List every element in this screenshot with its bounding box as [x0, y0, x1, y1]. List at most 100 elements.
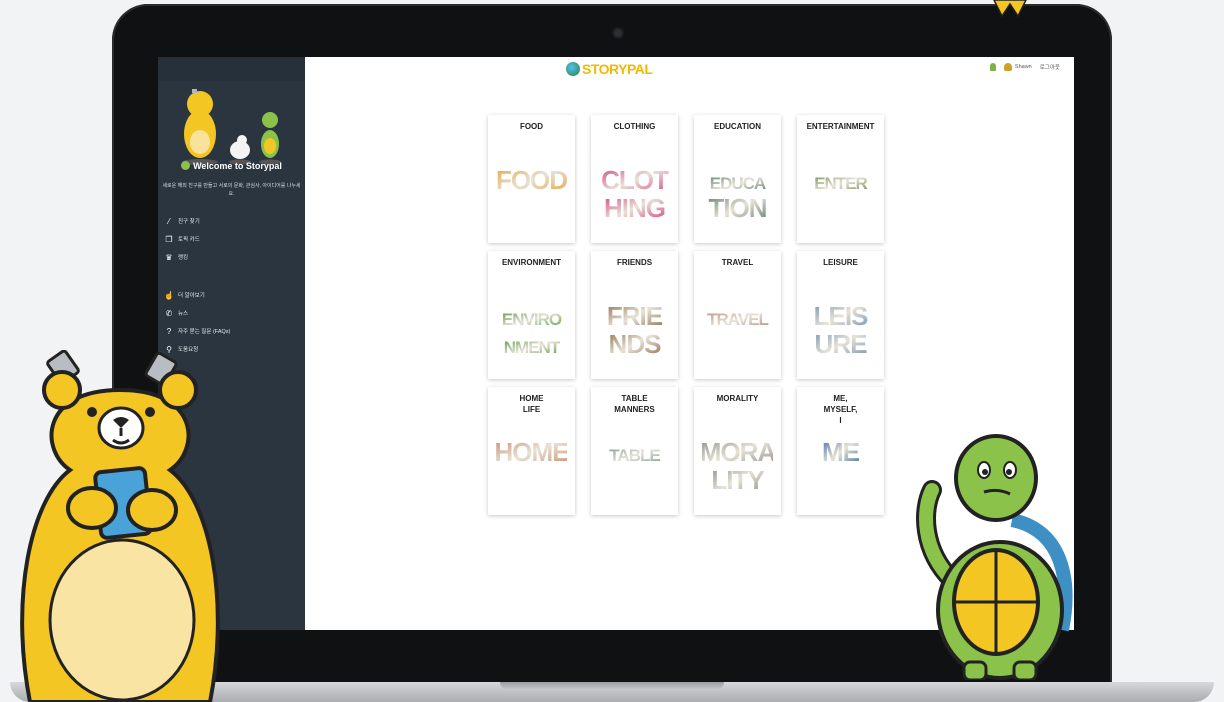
svg-text:HOME: HOME [496, 437, 567, 467]
svg-text:NMENT: NMENT [504, 338, 561, 357]
topic-card[interactable]: TABLE MANNERS TABLE [591, 387, 678, 515]
topic-card[interactable]: CLOTHING CLOT HING [591, 115, 678, 243]
topic-photo-collage: TABLE [609, 446, 661, 465]
user-avatar-icon [1003, 63, 1012, 71]
topic-photo-collage: ENTER [814, 174, 868, 193]
topic-card-title: ME, MYSELF, I [823, 394, 858, 425]
topic-photo-collage: FRIENDS [607, 301, 664, 359]
logout-link[interactable]: 로그아웃 [1040, 63, 1060, 71]
topic-card-title: FOOD [519, 122, 544, 131]
globe-icon [181, 161, 191, 170]
topic-card-image: ME [805, 433, 876, 495]
topic-card-image: TABLE [599, 433, 670, 495]
topic-card-image: LEIS URE [805, 297, 876, 359]
topic-card-image: ENTER [805, 161, 876, 223]
topic-card-title: FRIENDS [616, 258, 653, 267]
magic-wand-icon: ⁄ [168, 216, 170, 226]
topic-card-title: TABLE MANNERS [614, 394, 655, 414]
topic-card[interactable]: ENVIRONMENT ENVIRO NMENT [488, 251, 575, 379]
topic-card[interactable]: ENTERTAINMENT ENTER [797, 115, 884, 243]
svg-text:FOOD: FOOD [496, 165, 567, 195]
trophy-icon: ♛ [165, 252, 173, 262]
topic-card-title: ENTERTAINMENT [806, 122, 875, 131]
topic-photo-collage: LEISURE [814, 301, 869, 359]
sidebar-item-ranking[interactable]: ♛ 랭킹 [163, 248, 303, 266]
topic-card-title: HOME LIFE [519, 394, 544, 414]
header-user-area: Shawn 로그아웃 [989, 63, 1060, 71]
menu-spacer [163, 266, 303, 286]
user-name: Shawn [1014, 64, 1032, 70]
topic-photo-collage: ME [822, 437, 861, 467]
svg-text:LITY: LITY [711, 465, 764, 495]
welcome-subtitle: 세로운 해외 친구를 만들고 서로의 문화, 관심사, 아이디어를 나누세요. [162, 183, 301, 197]
topic-card-image: HOME [496, 433, 567, 495]
topic-card-title: MORALITY [716, 394, 759, 403]
sidebar-menu: ⁄ 친구 찾기 ❐ 토픽 카드 ♛ 랭킹 ☝ 더 알아보기 ✆ 뉴스 ? 자주 … [163, 212, 303, 358]
welcome-title: Welcome to Storypal [158, 161, 305, 171]
svg-text:FRIE: FRIE [607, 301, 663, 331]
topic-photo-collage: ENVIRO NMENT [502, 310, 563, 357]
svg-text:URE: URE [815, 329, 868, 359]
cards-icon: ❐ [165, 234, 173, 244]
topic-card[interactable]: EDUCATION EDUCA TION [694, 115, 781, 243]
topic-card-title: CLOTHING [613, 122, 656, 131]
topic-card-image: TRAVEL [702, 297, 773, 359]
topic-card-image: MORA LITY [702, 433, 773, 495]
bear-mascot-illustration [20, 350, 220, 702]
topic-card[interactable]: HOME LIFE HOME [488, 387, 575, 515]
sidebar-topbar [158, 57, 305, 81]
svg-text:HING: HING [604, 193, 665, 223]
sidebar-item-label: 랭킹 [178, 255, 189, 261]
topic-card-title: TRAVEL [721, 258, 754, 267]
svg-text:ENTER: ENTER [814, 174, 867, 193]
topic-card[interactable]: LEISURE LEIS URE [797, 251, 884, 379]
sidebar-item-label: 자주 묻는 질문 (FAQs) [178, 329, 231, 335]
svg-text:CLOT: CLOT [601, 165, 669, 195]
topic-card-image: EDUCA TION [702, 161, 773, 223]
topic-photo-collage: EDUCATION [708, 174, 767, 223]
notification-bell-icon[interactable] [989, 63, 996, 71]
topic-card[interactable]: FRIENDS FRIE NDS [591, 251, 678, 379]
question-icon: ? [166, 326, 172, 336]
sidebar-item-faqs[interactable]: ? 자주 묻는 질문 (FAQs) [163, 322, 303, 340]
topic-card-image: CLOT HING [599, 161, 670, 223]
topic-photo-collage: FOOD [496, 165, 567, 195]
turtle-mascot-illustration [916, 434, 1073, 680]
topic-photo-collage: CLOTHING [601, 165, 670, 223]
svg-text:TRAVEL: TRAVEL [707, 310, 768, 329]
svg-text:ENVIRO: ENVIRO [502, 310, 562, 329]
sidebar-item-label: 더 알아보기 [178, 293, 205, 299]
topic-card[interactable]: FOOD FOOD [488, 115, 575, 243]
sidebar-item-label: 토픽 카드 [178, 237, 200, 243]
topic-photo-collage: TRAVEL [707, 310, 769, 329]
topic-card-title: LEISURE [823, 258, 858, 267]
topic-card-title: ENVIRONMENT [501, 258, 562, 267]
topic-card[interactable]: TRAVEL TRAVEL [694, 251, 781, 379]
svg-text:LEIS: LEIS [814, 301, 868, 331]
logo-text: STORYPAL [582, 61, 653, 77]
topic-card[interactable]: MORALITY MORA LITY [694, 387, 781, 515]
storypal-logo[interactable]: STORYPAL [566, 61, 653, 77]
topic-card-image: FOOD [496, 161, 567, 223]
sidebar-item-learn-more[interactable]: ☝ 더 알아보기 [163, 286, 303, 304]
user-profile-link[interactable]: Shawn [1003, 63, 1032, 71]
sidebar-item-news[interactable]: ✆ 뉴스 [163, 304, 303, 322]
globe-logo-icon [566, 62, 580, 76]
topic-card-image: ENVIRO NMENT [496, 297, 567, 359]
sidebar-item-label: 뉴스 [178, 311, 189, 317]
sidebar-item-topic-cards[interactable]: ❐ 토픽 카드 [163, 230, 303, 248]
topic-card[interactable]: ME, MYSELF, I ME [797, 387, 884, 515]
topic-card-title: EDUCATION [714, 122, 761, 131]
sidebar-item-label: 친구 찾기 [178, 219, 200, 225]
svg-text:MORA: MORA [702, 437, 773, 467]
camera-icon [614, 29, 622, 37]
topic-card-grid: FOOD FOOD CLOTHING CLOT HING EDUCATION EDUCA TI… [488, 115, 884, 515]
svg-text:TION: TION [708, 193, 766, 223]
bee-mascot-illustration [993, 0, 1027, 18]
sidebar-item-find-friends[interactable]: ⁄ 친구 찾기 [163, 212, 303, 230]
svg-text:ME: ME [822, 437, 860, 467]
welcome-title-text: Welcome to Storypal [193, 161, 282, 171]
topic-photo-collage: HOME [496, 437, 567, 467]
megaphone-icon: ✆ [165, 308, 173, 318]
topic-card-image: FRIE NDS [599, 297, 670, 359]
